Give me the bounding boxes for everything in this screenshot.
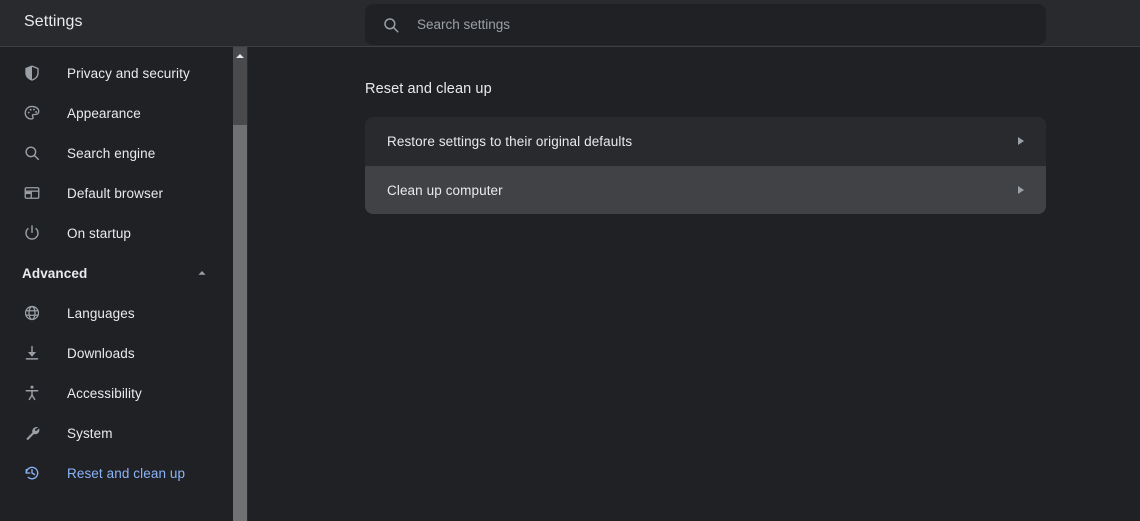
triangle-up-icon (236, 54, 244, 58)
top-header-bar: Settings (0, 0, 1140, 47)
sidebar-item-on-startup[interactable]: On startup (0, 213, 230, 253)
sidebar-nav-list: Autofill Privacy and security (0, 47, 230, 493)
scrollbar-thumb[interactable] (233, 125, 247, 521)
accessibility-icon (22, 383, 42, 403)
settings-page: Settings Autofill (0, 0, 1140, 521)
globe-icon (22, 303, 42, 323)
sidebar-item-accessibility[interactable]: Accessibility (0, 373, 230, 413)
search-input[interactable] (417, 17, 1034, 32)
sidebar-item-label: Languages (67, 306, 135, 321)
sidebar-item-reset-and-clean-up[interactable]: Reset and clean up (0, 453, 230, 493)
sidebar-item-label: Privacy and security (67, 66, 190, 81)
row-clean-up-computer[interactable]: Clean up computer (365, 166, 1046, 215)
sidebar-item-appearance[interactable]: Appearance (0, 93, 230, 133)
history-restore-icon (22, 463, 42, 483)
settings-sidebar: Autofill Privacy and security (0, 47, 230, 521)
browser-window-icon (22, 183, 42, 203)
main-content: Reset and clean up Restore settings to t… (248, 47, 1140, 521)
sidebar-item-search-engine[interactable]: Search engine (0, 133, 230, 173)
sidebar-item-label: On startup (67, 226, 131, 241)
palette-icon (22, 103, 42, 123)
row-restore-settings[interactable]: Restore settings to their original defau… (365, 117, 1046, 166)
download-icon (22, 343, 42, 363)
reset-and-clean-up-card-group: Restore settings to their original defau… (365, 117, 1046, 214)
sidebar-item-label: Search engine (67, 146, 155, 161)
chevron-up-icon (196, 267, 208, 279)
search-settings-box[interactable] (365, 4, 1046, 45)
row-label: Restore settings to their original defau… (387, 134, 632, 149)
sidebar-item-label: Downloads (67, 346, 135, 361)
sidebar-item-label: System (67, 426, 113, 441)
sidebar-scrollbar[interactable] (233, 47, 247, 521)
sidebar-item-label: Reset and clean up (67, 466, 185, 481)
scrollbar-up-button[interactable] (233, 47, 247, 125)
sidebar-item-label: Appearance (67, 106, 141, 121)
shield-icon (22, 63, 42, 83)
sidebar-section-label: Advanced (22, 266, 87, 281)
search-icon (382, 16, 400, 34)
wrench-icon (22, 423, 42, 443)
power-icon (22, 223, 42, 243)
sidebar-section-advanced[interactable]: Advanced (0, 253, 230, 293)
sidebar-item-system[interactable]: System (0, 413, 230, 453)
sidebar-item-languages[interactable]: Languages (0, 293, 230, 333)
row-label: Clean up computer (387, 183, 503, 198)
sidebar-item-downloads[interactable]: Downloads (0, 333, 230, 373)
sidebar-item-default-browser[interactable]: Default browser (0, 173, 230, 213)
chevron-right-icon (1018, 186, 1024, 194)
magnifier-icon (22, 143, 42, 163)
sidebar-item-privacy-and-security[interactable]: Privacy and security (0, 53, 230, 93)
sidebar-item-label: Accessibility (67, 386, 142, 401)
chevron-right-icon (1018, 137, 1024, 145)
sidebar-item-label: Default browser (67, 186, 163, 201)
section-heading: Reset and clean up (365, 81, 492, 97)
page-title: Settings (24, 13, 83, 31)
